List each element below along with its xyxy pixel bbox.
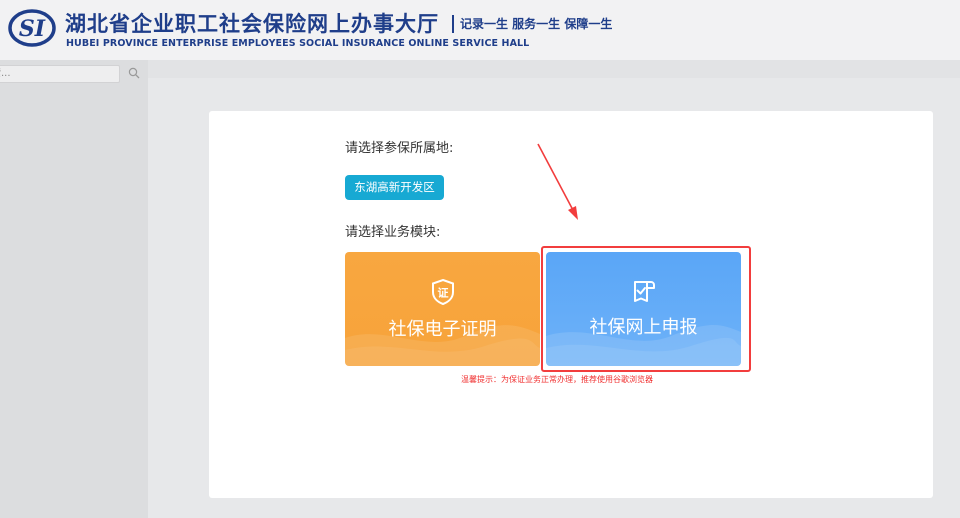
sidebar: 输入菜单名称快速检索...: [0, 60, 148, 518]
svg-text:证: 证: [438, 287, 449, 300]
certificate-icon: 证: [432, 279, 454, 305]
annotation-arrow-icon: [537, 143, 578, 220]
si-logo-icon: SI: [8, 9, 56, 47]
business-label: 请选择业务模块:: [345, 225, 441, 240]
svg-text:SI: SI: [19, 16, 46, 42]
search-icon[interactable]: [128, 67, 140, 79]
e-certificate-card[interactable]: 证 社保电子证明: [345, 252, 540, 366]
content-top-strip: [148, 60, 960, 78]
highlight-annotation: [541, 246, 751, 372]
header: SI 湖北省企业职工社会保险网上办事大厅 HUBEI PROVINCE ENTE…: [0, 0, 960, 60]
site-title: 湖北省企业职工社会保险网上办事大厅: [65, 12, 439, 36]
browser-tip: 温馨提示：为保证业务正常办理，推荐使用谷歌浏览器: [461, 375, 653, 384]
slogan: 记录一生 服务一生 保障一生: [452, 15, 612, 33]
card-label: 社保电子证明: [388, 319, 497, 340]
region-button[interactable]: 东湖高新开发区: [345, 175, 444, 200]
menu-search-input[interactable]: 输入菜单名称快速检索...: [0, 65, 120, 83]
site-title-en: HUBEI PROVINCE ENTERPRISE EMPLOYEES SOCI…: [66, 38, 530, 49]
location-label: 请选择参保所属地:: [345, 141, 454, 156]
